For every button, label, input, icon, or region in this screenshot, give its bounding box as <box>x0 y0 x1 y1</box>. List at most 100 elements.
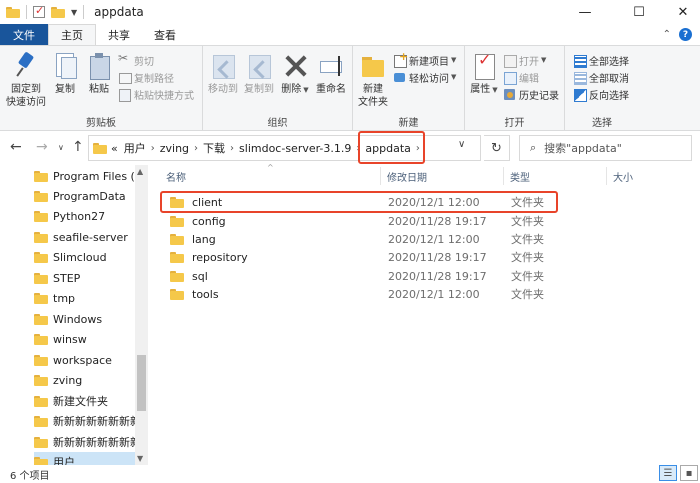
column-divider[interactable] <box>380 167 381 185</box>
sidebar-item-label: seafile-server <box>53 230 128 244</box>
cut-button[interactable]: 剪切 <box>118 51 154 68</box>
chevron-up-icon[interactable]: ⌃ <box>663 29 671 40</box>
scroll-up-icon[interactable]: ▲ <box>137 167 143 176</box>
new-folder-label: 新建 文件夹 <box>358 84 388 108</box>
back-arrow-icon[interactable]: ← <box>10 139 22 155</box>
folder-icon <box>34 436 48 448</box>
sidebar-item[interactable]: zving <box>34 370 144 390</box>
forward-arrow-icon[interactable]: → <box>36 139 48 155</box>
paste-label: 粘贴 <box>89 84 109 95</box>
copy-to-icon <box>246 51 272 81</box>
sidebar-item[interactable]: workspace <box>34 350 144 370</box>
delete-button[interactable]: 删除 ▼ <box>281 51 309 97</box>
sidebar-item[interactable]: Slimcloud <box>34 247 144 267</box>
address-overflow[interactable]: « <box>108 142 121 155</box>
sidebar-item[interactable]: winsw <box>34 329 144 349</box>
breadcrumb-item[interactable]: zving <box>157 142 192 155</box>
new-folder-button[interactable]: 新建 文件夹 <box>356 51 390 109</box>
invert-selection-button[interactable]: 反向选择 <box>573 86 629 102</box>
sidebar-item[interactable]: Python27 <box>34 206 144 226</box>
new-item-icon <box>393 50 408 68</box>
copy-to-button[interactable]: 复制到 <box>243 51 275 96</box>
folder-icon <box>34 313 48 325</box>
scrollbar-thumb[interactable] <box>137 355 146 411</box>
sidebar-item[interactable]: seafile-server <box>34 227 144 247</box>
properties-icon[interactable] <box>33 4 45 18</box>
sidebar-item[interactable]: Windows <box>34 309 144 329</box>
maximize-button[interactable]: ☐ <box>616 0 662 24</box>
sidebar-item-label: Program Files (x86) <box>53 169 144 183</box>
paste-button[interactable]: 粘贴 <box>84 51 114 96</box>
column-divider[interactable] <box>503 167 504 185</box>
folder-icon <box>170 270 184 282</box>
column-header-type[interactable]: 类型 <box>510 165 530 187</box>
column-header-modified[interactable]: 修改日期 <box>387 165 427 187</box>
move-to-icon <box>210 51 236 81</box>
easy-access-button[interactable]: 轻松访问 ▼ <box>393 69 456 85</box>
refresh-button[interactable]: ↻ <box>484 135 510 161</box>
file-row[interactable]: tools 2020/12/1 12:00 文件夹 <box>162 285 558 303</box>
column-header-name[interactable]: 名称 <box>166 165 186 187</box>
sidebar-item[interactable]: 新新新新新新新新 <box>34 411 144 431</box>
recent-locations-chevron-icon[interactable]: ∨ <box>58 143 64 152</box>
file-row[interactable]: repository 2020/11/28 19:17 文件夹 <box>162 248 558 266</box>
sidebar-item-label: 新新新新新新新新 <box>53 436 141 449</box>
file-modified: 2020/11/28 19:17 <box>388 250 487 264</box>
tab-file[interactable]: 文件 <box>0 24 48 45</box>
history-button[interactable]: 历史记录 <box>503 86 559 102</box>
sidebar-item[interactable]: tmp <box>34 288 144 308</box>
breadcrumb-item[interactable]: slimdoc-server-3.1.9 <box>236 142 354 155</box>
folder-icon[interactable] <box>6 6 20 18</box>
paste-shortcut-button[interactable]: 粘贴快捷方式 <box>118 86 194 102</box>
pin-quick-access-button[interactable]: 固定到 快速访问 <box>6 51 46 109</box>
properties-button[interactable]: 属性▼ <box>469 51 499 97</box>
column-header-size[interactable]: 大小 <box>613 165 633 187</box>
rename-button[interactable]: 重命名 <box>313 51 349 96</box>
file-row[interactable]: config 2020/11/28 19:17 文件夹 <box>162 212 558 230</box>
column-divider[interactable] <box>606 167 607 185</box>
close-button[interactable]: ✕ <box>660 0 700 24</box>
sidebar-item-label: ProgramData <box>53 189 126 203</box>
folder-icon <box>34 251 48 263</box>
tab-view[interactable]: 查看 <box>142 24 188 45</box>
chevron-right-icon[interactable]: › <box>149 143 157 154</box>
breadcrumb-item[interactable]: 用户 <box>121 140 149 156</box>
move-to-button[interactable]: 移动到 <box>207 51 239 96</box>
chevron-right-icon[interactable]: › <box>228 143 236 154</box>
chevron-down-icon: ▼ <box>541 56 547 64</box>
sidebar-item[interactable]: STEP <box>34 268 144 288</box>
details-view-icon: ☰ <box>663 467 673 479</box>
minimize-button[interactable]: — <box>562 0 608 24</box>
sidebar-item[interactable]: ProgramData <box>34 186 144 206</box>
search-input[interactable]: ⌕ 搜索"appdata" <box>519 135 692 161</box>
sidebar-item[interactable]: 用户 <box>34 452 144 465</box>
chevron-down-icon[interactable]: ∨ <box>458 139 465 150</box>
new-group-label: 新建 <box>398 118 419 129</box>
edit-button[interactable]: 编辑 <box>503 69 539 85</box>
select-all-button[interactable]: 全部选择 <box>573 52 629 68</box>
sidebar-item[interactable]: 新新新新新新新新 <box>34 432 144 452</box>
tab-share[interactable]: 共享 <box>96 24 142 45</box>
sidebar-item[interactable]: 新建文件夹 <box>34 391 144 411</box>
sidebar-item[interactable]: Program Files (x86) <box>34 166 144 186</box>
new-folder-icon <box>360 51 386 81</box>
new-item-button[interactable]: 新建项目 ▼ <box>393 50 456 68</box>
select-none-button[interactable]: 全部取消 <box>573 69 629 85</box>
open-button[interactable]: 打开 ▼ <box>503 52 546 68</box>
help-icon[interactable]: ? <box>679 28 692 41</box>
file-row[interactable]: lang 2020/12/1 12:00 文件夹 <box>162 230 558 248</box>
chevron-down-icon[interactable]: ▼ <box>71 8 77 17</box>
sidebar-scrollbar[interactable]: ▲ ▼ <box>135 165 148 465</box>
details-view-button[interactable]: ☰ <box>659 465 677 481</box>
new-folder-icon[interactable] <box>51 6 65 18</box>
large-icons-view-button[interactable]: ▪ <box>680 465 698 481</box>
scroll-down-icon[interactable]: ▼ <box>137 454 143 463</box>
copy-button[interactable]: 复制 <box>50 51 80 96</box>
file-row[interactable]: sql 2020/11/28 19:17 文件夹 <box>162 267 558 285</box>
copy-path-button[interactable]: 复制路径 <box>118 69 174 85</box>
up-arrow-icon[interactable]: ↑ <box>72 139 84 155</box>
folder-icon <box>34 333 48 345</box>
chevron-right-icon[interactable]: › <box>192 143 200 154</box>
breadcrumb-item[interactable]: 下载 <box>200 140 228 156</box>
tab-home[interactable]: 主页 <box>48 24 96 45</box>
